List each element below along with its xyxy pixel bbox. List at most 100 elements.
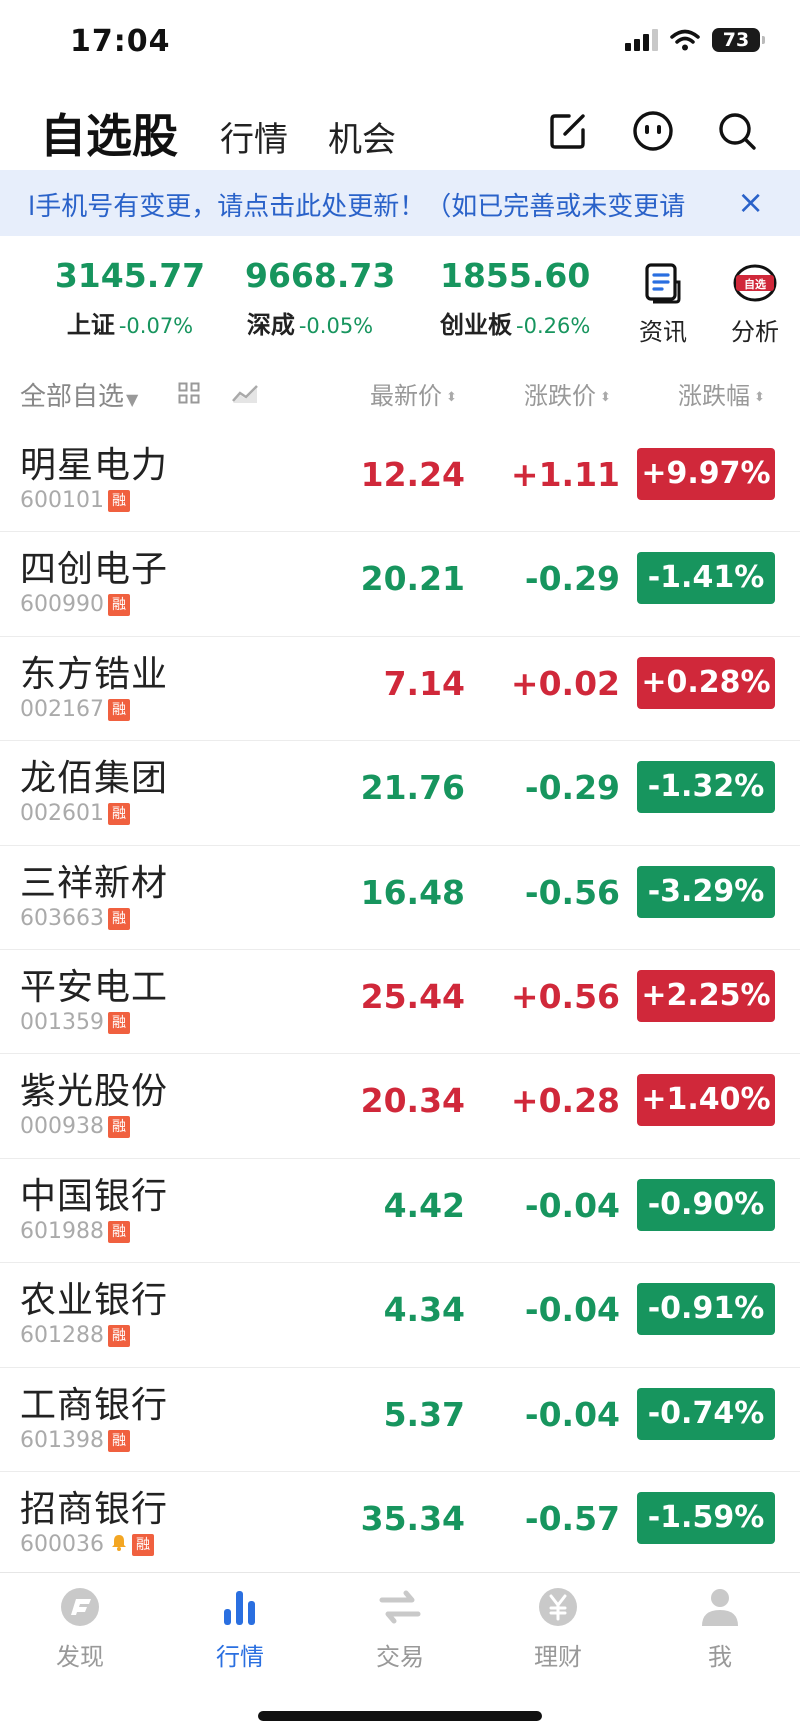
stock-code: 600036 融: [20, 1532, 154, 1557]
margin-badge: 融: [107, 803, 130, 826]
stock-name: 龙佰集团: [20, 758, 169, 800]
sort-price[interactable]: 最新价 ⬍: [370, 376, 457, 411]
stock-change: -0.29: [524, 768, 620, 808]
stock-row[interactable]: 龙佰集团 002601 融 21.76 -0.29 -1.32%: [0, 741, 800, 846]
sort-change[interactable]: 涨跌价 ⬍: [524, 376, 611, 411]
stock-row[interactable]: 四创电子 600990 融 20.21 -0.29 -1.41%: [0, 532, 800, 637]
discover-icon: [61, 1588, 99, 1626]
nav-discover[interactable]: 发现: [20, 1583, 140, 1672]
price-header: 最新价: [370, 382, 442, 410]
stock-percent[interactable]: -0.91%: [637, 1283, 775, 1336]
margin-badge: 融: [107, 1116, 130, 1139]
stock-name: 紫光股份: [20, 1071, 169, 1113]
index-name: 创业板: [440, 311, 512, 339]
analysis-button[interactable]: 自选 分析: [720, 262, 790, 347]
stock-percent[interactable]: +2.25%: [637, 969, 775, 1022]
status-indicators: 73: [625, 28, 765, 52]
stock-code: 601288 融: [20, 1323, 130, 1348]
nav-wealth[interactable]: 理财: [498, 1583, 618, 1672]
edit-icon[interactable]: [545, 108, 591, 154]
nav-label: 我: [708, 1643, 732, 1671]
stock-row[interactable]: 农业银行 601288 融 4.34 -0.04 -0.91%: [0, 1263, 800, 1368]
stock-name: 工商银行: [20, 1384, 169, 1426]
stock-name: 明星电力: [20, 445, 169, 486]
stock-price: 4.42: [383, 1185, 465, 1225]
stock-percent[interactable]: +1.40%: [637, 1074, 775, 1127]
wifi-icon: [670, 29, 700, 51]
stock-percent[interactable]: -0.90%: [637, 1178, 775, 1231]
wealth-icon: [539, 1588, 577, 1626]
stock-percent[interactable]: +0.28%: [637, 656, 775, 709]
search-icon[interactable]: [714, 108, 760, 154]
nav-label: 行情: [216, 1643, 264, 1671]
index-chinext[interactable]: 1855.60 创业板 -0.26%: [440, 256, 590, 340]
grid-view-icon[interactable]: [178, 382, 200, 408]
stock-change: -0.04: [524, 1185, 620, 1225]
phone-update-notice[interactable]: l手机号有变更，请点击此处更新！（如已完善或未变更请 ×: [0, 170, 800, 236]
stock-percent[interactable]: -1.41%: [637, 552, 775, 605]
market-icon: [224, 1591, 255, 1625]
stock-row[interactable]: 三祥新材 603663 融 16.48 -0.56 -3.29%: [0, 846, 800, 950]
bottom-navigation: 发现 行情 交易 理财 我: [0, 1572, 800, 1731]
index-change: -0.26%: [516, 314, 591, 338]
stock-row[interactable]: 紫光股份 000938 融 20.34 +0.28 +1.40%: [0, 1054, 800, 1159]
stock-row[interactable]: 东方锆业 002167 融 7.14 +0.02 +0.28%: [0, 637, 800, 742]
tab-opportunity[interactable]: 机会: [328, 112, 396, 161]
stock-percent[interactable]: -3.29%: [637, 865, 775, 918]
all-watchlist-label: 全部自选: [20, 382, 125, 412]
notice-text[interactable]: l手机号有变更，请点击此处更新！（如已完善或未变更请: [28, 186, 718, 223]
nav-trade[interactable]: 交易: [340, 1583, 460, 1672]
stock-name: 四创电子: [20, 549, 169, 591]
sort-icon: ⬍: [446, 389, 457, 405]
stock-row[interactable]: 中国银行 601988 融 4.42 -0.04 -0.90%: [0, 1159, 800, 1264]
index-value: 9668.73: [245, 256, 396, 295]
stock-row[interactable]: 招商银行 600036 融 35.34 -0.57 -1.59%: [0, 1472, 800, 1576]
stock-row[interactable]: 明星电力 600101 融 12.24 +1.11 +9.97%: [0, 428, 800, 533]
stock-change: -0.56: [524, 872, 620, 912]
sort-percent[interactable]: 涨跌幅 ⬍: [678, 376, 765, 411]
status-bar: 17:04 73: [0, 0, 800, 90]
stock-price: 16.48: [360, 872, 465, 912]
all-watchlist-dropdown[interactable]: 全部自选 ▼: [20, 376, 138, 413]
stock-row[interactable]: 平安电工 001359 融 25.44 +0.56 +2.25%: [0, 950, 800, 1055]
stock-row[interactable]: 工商银行 601398 融 5.37 -0.04 -0.74%: [0, 1368, 800, 1472]
stock-change: +1.11: [510, 455, 620, 494]
stock-name: 三祥新材: [20, 862, 169, 904]
stock-percent[interactable]: -1.32%: [637, 761, 775, 814]
stock-price: 5.37: [383, 1394, 465, 1434]
stock-change: -0.57: [524, 1498, 620, 1538]
tab-market[interactable]: 行情: [220, 112, 288, 161]
stock-code: 600990 融: [20, 592, 130, 617]
stock-change: -0.04: [524, 1290, 620, 1330]
news-button[interactable]: 资讯: [628, 262, 698, 347]
index-shanghai[interactable]: 3145.77 上证 -0.07%: [40, 256, 220, 340]
news-icon: [645, 263, 681, 304]
stock-name: 平安电工: [20, 966, 169, 1008]
page-title[interactable]: 自选股: [40, 100, 178, 166]
bell-icon: [110, 1532, 128, 1557]
index-name: 深成: [246, 311, 295, 339]
home-indicator[interactable]: [258, 1711, 542, 1721]
robot-icon[interactable]: [630, 108, 676, 154]
stock-percent[interactable]: +9.97%: [637, 448, 775, 500]
nav-market[interactable]: 行情: [180, 1583, 300, 1672]
app-header: 自选股 行情 机会: [0, 90, 800, 170]
stock-price: 20.34: [360, 1081, 465, 1121]
battery-icon: 73: [712, 28, 765, 52]
stock-change: +0.28: [510, 1081, 620, 1121]
close-icon[interactable]: ×: [737, 184, 764, 220]
nav-profile[interactable]: 我: [660, 1583, 780, 1672]
stock-percent[interactable]: -0.74%: [637, 1387, 775, 1440]
stock-percent[interactable]: -1.59%: [637, 1491, 775, 1544]
stock-code: 000938 融: [20, 1114, 130, 1139]
trend-chart-icon[interactable]: [232, 384, 258, 408]
nav-label: 交易: [376, 1643, 424, 1671]
margin-badge: 融: [131, 1533, 154, 1556]
stock-name: 招商银行: [20, 1488, 169, 1530]
margin-badge: 融: [107, 1429, 130, 1452]
index-shenzhen[interactable]: 9668.73 深成 -0.05%: [245, 256, 396, 340]
stock-name: 中国银行: [20, 1175, 169, 1217]
stock-change: -0.04: [524, 1394, 620, 1434]
margin-badge: 融: [107, 1325, 130, 1348]
index-name: 上证: [66, 311, 115, 339]
